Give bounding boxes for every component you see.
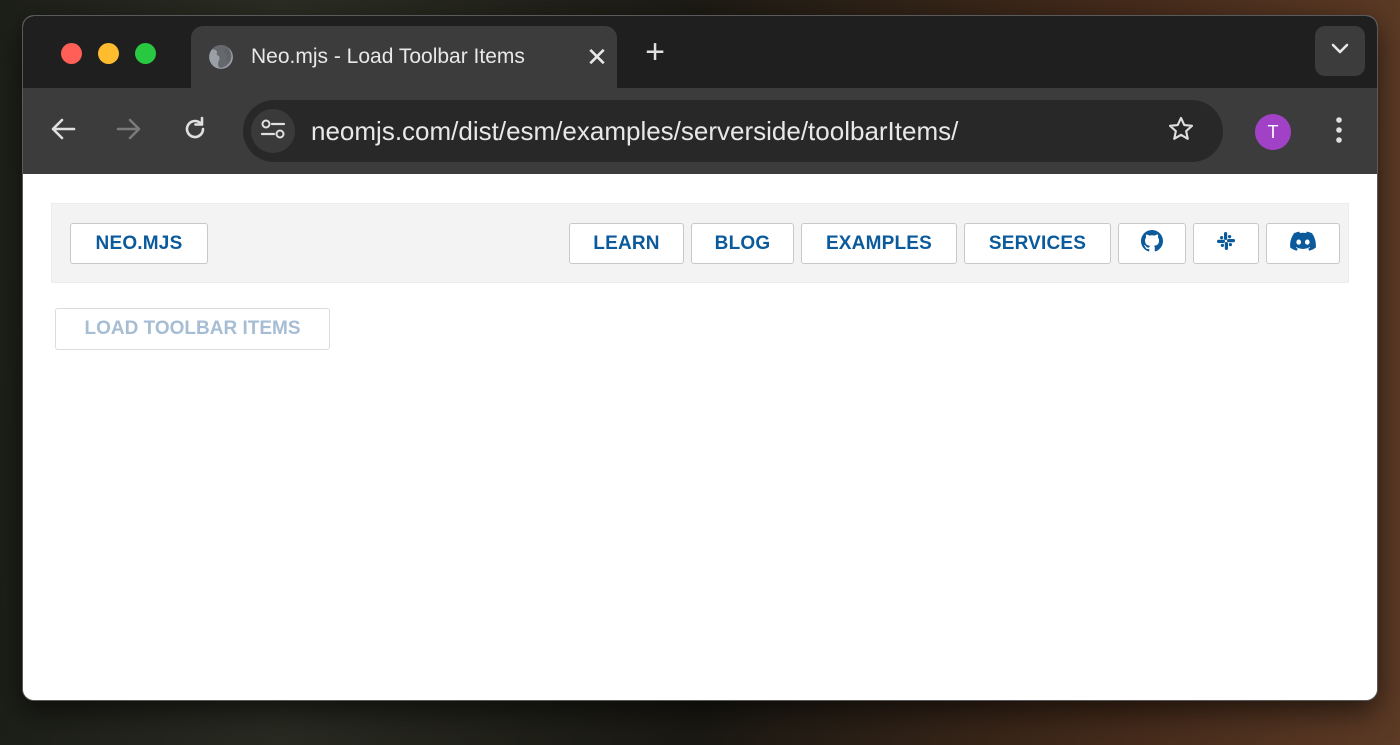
brand-button[interactable]: NEO.MJS [70,223,208,264]
window-controls [61,43,156,64]
star-icon [1167,115,1195,148]
arrow-right-icon [116,117,142,146]
discord-icon [1290,231,1316,257]
back-button[interactable] [41,109,85,153]
browser-menu-button[interactable] [1319,110,1359,154]
slack-button[interactable] [1193,223,1259,264]
more-vert-icon [1335,116,1343,149]
nav-blog-button[interactable]: BLOG [691,223,794,264]
nav-examples-button[interactable]: EXAMPLES [801,223,957,264]
tab-active[interactable]: Neo.mjs - Load Toolbar Items ✕ [191,26,617,88]
browser-toolbar: neomjs.com/dist/esm/examples/serverside/… [23,88,1377,174]
tab-close-button[interactable]: ✕ [577,42,617,73]
new-tab-button[interactable]: + [635,34,675,70]
browser-window: Neo.mjs - Load Toolbar Items ✕ + neomjs.… [22,15,1378,701]
profile-avatar[interactable]: T [1255,114,1291,150]
github-icon [1141,229,1163,258]
maximize-window-button[interactable] [135,43,156,64]
app-header-toolbar: NEO.MJS LEARN BLOG EXAMPLES SERVICES [51,203,1349,283]
reload-icon [182,116,208,147]
slack-icon [1216,231,1236,257]
globe-icon [207,43,235,71]
chevron-down-icon [1331,42,1349,60]
page-content: NEO.MJS LEARN BLOG EXAMPLES SERVICES LOA… [23,174,1377,700]
site-info-button[interactable] [251,109,295,153]
nav-learn-button[interactable]: LEARN [569,223,684,264]
url-text[interactable]: neomjs.com/dist/esm/examples/serverside/… [311,116,1159,147]
reload-button[interactable] [173,109,217,153]
bookmark-button[interactable] [1159,109,1203,153]
minimize-window-button[interactable] [98,43,119,64]
nav-services-button[interactable]: SERVICES [964,223,1111,264]
close-window-button[interactable] [61,43,82,64]
discord-button[interactable] [1266,223,1340,264]
address-bar[interactable]: neomjs.com/dist/esm/examples/serverside/… [243,100,1223,162]
github-button[interactable] [1118,223,1186,264]
tune-icon [260,118,286,145]
tab-strip: Neo.mjs - Load Toolbar Items ✕ + [23,16,1377,88]
tab-title: Neo.mjs - Load Toolbar Items [251,45,525,68]
load-toolbar-items-button[interactable]: LOAD TOOLBAR ITEMS [55,308,330,350]
tab-search-button[interactable] [1315,26,1365,76]
arrow-left-icon [50,117,76,146]
forward-button[interactable] [107,109,151,153]
